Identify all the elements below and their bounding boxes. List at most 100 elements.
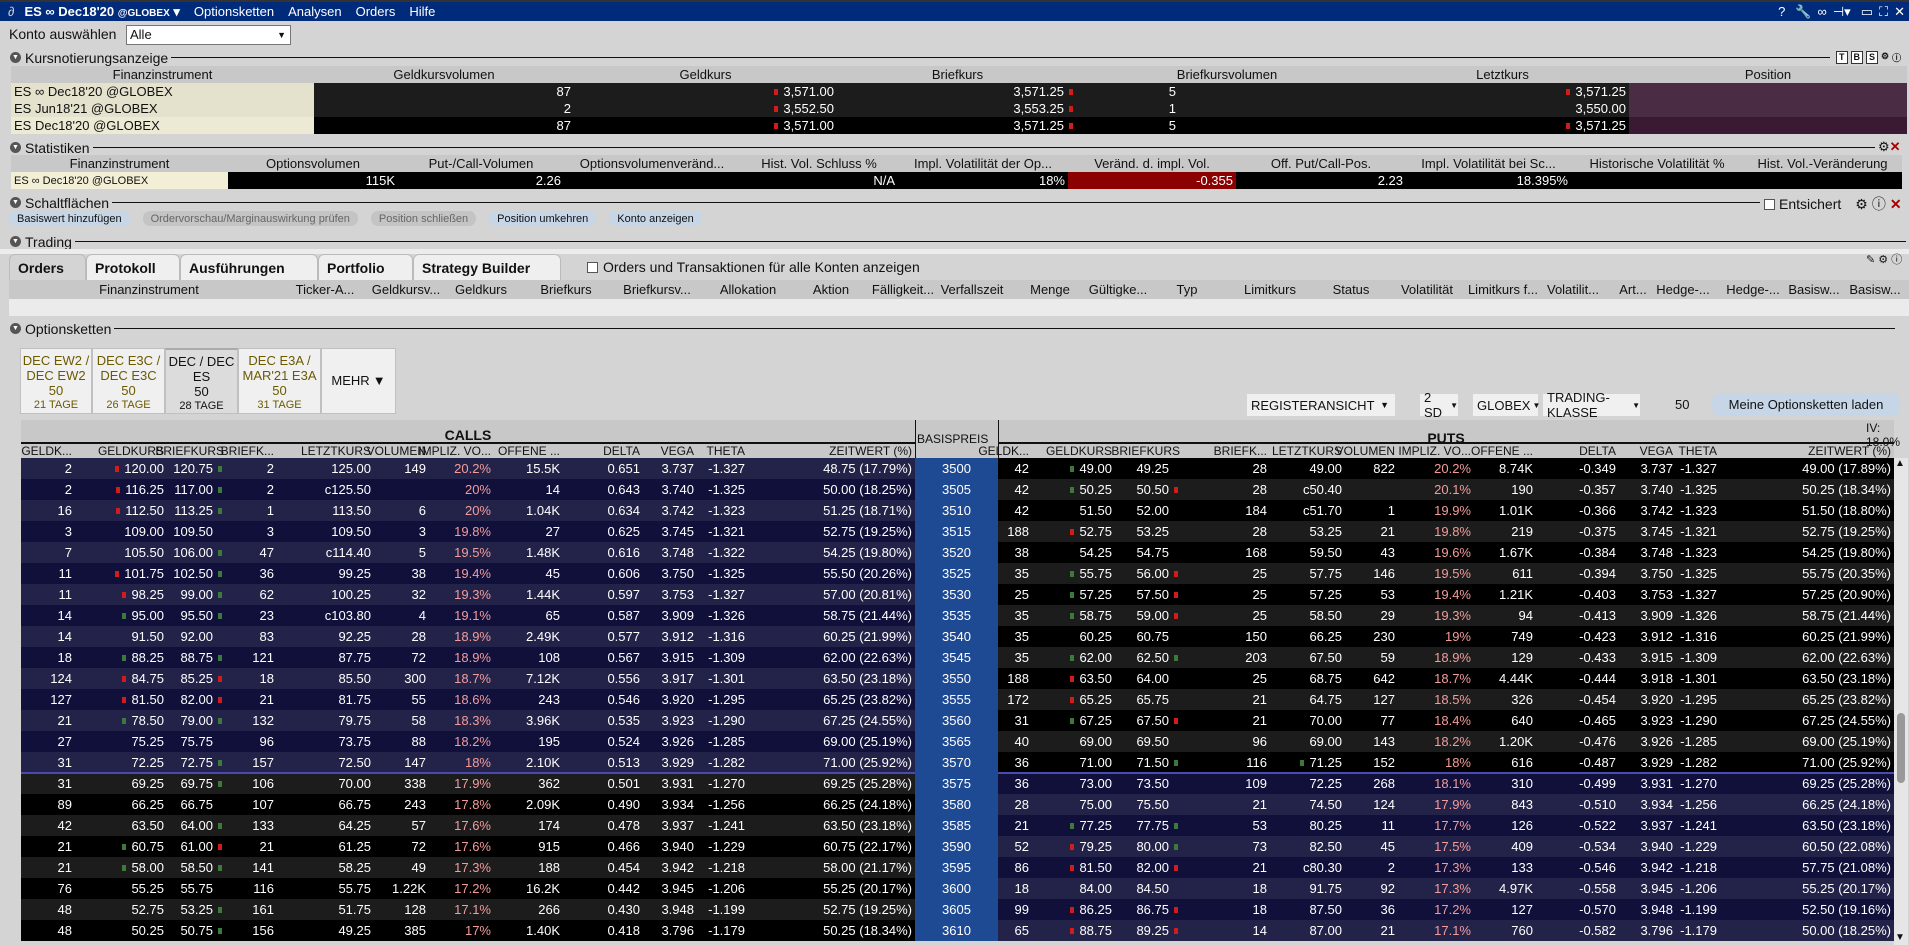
call-row[interactable]: 42 63.50 64.00 133 64.25 57 17.6% 174 0.478 3.937… xyxy=(21,815,915,836)
b-button[interactable]: B xyxy=(1850,51,1863,64)
action-button-2[interactable]: Position schließen xyxy=(370,211,477,226)
entsichert-toggle[interactable]: Entsichert ⚙ ⓘ ✕ xyxy=(1764,194,1902,214)
strike-cell[interactable]: 3590 xyxy=(915,836,998,857)
strike-cell[interactable]: 3560 xyxy=(915,710,998,731)
column-header[interactable]: Hist. Vol.-Veränderung xyxy=(1743,155,1902,172)
put-row[interactable]: 36 71.00 71.50 116 71.25 152 18% 616 -0.487 3.929… xyxy=(998,752,1894,773)
put-row[interactable]: 65 88.75 89.25 14 87.00 21 17.1% 760 -0.582 3.796… xyxy=(998,920,1894,941)
strike-cell[interactable]: 3565 xyxy=(915,731,998,752)
call-row[interactable]: 21 58.00 58.50 141 58.25 49 17.3% 188 0.454 3.942… xyxy=(21,857,915,878)
call-row[interactable]: 7 105.50 106.00 47 c114.40 5 19.5% 1.48K 0.616 3.… xyxy=(21,542,915,563)
strike-cell[interactable]: 3550 xyxy=(915,668,998,689)
column-header[interactable]: BRIEFK... xyxy=(221,444,277,458)
column-header[interactable]: LETZTKURS xyxy=(277,444,374,458)
strike-cell[interactable]: 3525 xyxy=(915,563,998,584)
strike-cell[interactable]: 3555 xyxy=(915,689,998,710)
column-header[interactable]: Briefkursvolumen xyxy=(1078,66,1376,83)
menu-orders[interactable]: Orders xyxy=(356,4,396,19)
edit-icon[interactable]: ✎ xyxy=(1866,254,1875,266)
action-button-0[interactable]: Basiswert hinzufügen xyxy=(9,211,130,226)
stats-row[interactable]: ES ∞ Dec18'20 @GLOBEX 115K 2.26 N/A 18% -0.35… xyxy=(11,172,1902,189)
call-row[interactable]: 11 101.75 102.50 36 99.25 38 19.4% 45 0.606 3.750… xyxy=(21,563,915,584)
strike-cell[interactable]: 3545 xyxy=(915,647,998,668)
action-button-4[interactable]: Konto anzeigen xyxy=(609,211,702,226)
put-row[interactable]: 188 63.50 64.00 25 68.75 642 18.7% 4.44K -0.444 3… xyxy=(998,668,1894,689)
column-header[interactable]: Veränd. d. impl. Vol. xyxy=(1068,155,1236,172)
expiry-tab[interactable]: DEC EW2 /DEC EW2 50 21 TAGE xyxy=(20,348,92,414)
column-header[interactable]: GELDK... xyxy=(978,444,1032,458)
column-header[interactable]: Optionsvolumenveränd... xyxy=(564,155,740,172)
put-row[interactable]: 172 65.25 65.75 21 64.75 127 18.5% 326 -0.454 3.9… xyxy=(998,689,1894,710)
section-stats[interactable]: ▼ Statistiken xyxy=(0,139,1875,156)
quote-row[interactable]: ES ∞ Dec18'20 @GLOBEX 87 3,571.00 3,571.25 5… xyxy=(11,83,1907,100)
column-header[interactable]: GELDKURS xyxy=(1032,444,1115,458)
put-row[interactable]: 35 55.75 56.00 25 57.75 146 19.5% 611 -0.394 3.75… xyxy=(998,563,1894,584)
minimize-icon[interactable]: ▭ xyxy=(1861,4,1873,20)
put-row[interactable]: 42 50.25 50.50 28 c50.40 20.1% 190 -0.357 3.740-… xyxy=(998,479,1894,500)
column-header[interactable]: OFFENE ... xyxy=(1471,444,1536,458)
call-row[interactable]: 14 91.50 92.00 83 92.25 28 18.9% 2.49K 0.577 3.91… xyxy=(21,626,915,647)
menu-analysen[interactable]: Analysen xyxy=(288,4,341,19)
column-header[interactable]: Hist. Vol. Schluss % xyxy=(740,155,898,172)
load-chains-button[interactable]: Meine Optionsketten laden xyxy=(1712,393,1900,416)
put-row[interactable]: 18 84.00 84.50 18 91.75 92 17.3% 4.97K -0.558 3.9… xyxy=(998,878,1894,899)
put-row[interactable]: 35 62.00 62.50 203 67.50 59 18.9% 129 -0.433 3.91… xyxy=(998,647,1894,668)
column-header[interactable]: THETA xyxy=(1676,444,1720,458)
strike-cell[interactable]: 3505 xyxy=(915,479,998,500)
put-row[interactable]: 31 67.25 67.50 21 70.00 77 18.4% 640 -0.465 3.923… xyxy=(998,710,1894,731)
action-button-1[interactable]: Ordervorschau/Marginauswirkung prüfen xyxy=(142,211,358,226)
call-row[interactable]: 31 69.25 69.75 106 70.00 338 17.9% 362 0.501 3.93… xyxy=(21,773,915,794)
more-button[interactable]: MEHR ▼ xyxy=(321,348,396,414)
all-accounts-checkbox[interactable] xyxy=(587,261,598,273)
menu-optionsketten[interactable]: Optionsketten xyxy=(194,4,274,19)
put-row[interactable]: 38 54.25 54.75 168 59.50 43 19.6% 1.67K -0.384 3.… xyxy=(998,542,1894,563)
settings-icon[interactable]: ⚙ xyxy=(1855,196,1868,213)
column-header[interactable]: Impl. Volatilität bei Sc... xyxy=(1406,155,1571,172)
put-row[interactable]: 21 77.25 77.75 53 80.25 11 17.7% 126 -0.522 3.937… xyxy=(998,815,1894,836)
maximize-icon[interactable]: ⛶ xyxy=(1879,4,1888,20)
strike-cell[interactable]: 3610 xyxy=(915,920,998,941)
expiry-tab[interactable]: DEC / DEC ES 50 28 TAGE xyxy=(165,348,238,414)
put-row[interactable]: 42 49.00 49.25 28 49.00 822 20.2% 8.74K -0.349 3.… xyxy=(998,458,1894,479)
expiry-tab[interactable]: DEC E3C / DEC E3C 50 26 TAGE xyxy=(92,348,165,414)
call-row[interactable]: 48 52.75 53.25 161 51.75 128 17.1% 266 0.430 3.94… xyxy=(21,899,915,920)
put-row[interactable]: 35 58.75 59.00 25 58.50 29 19.3% 94 -0.413 3.909-… xyxy=(998,605,1894,626)
help-icon[interactable]: ? xyxy=(1778,4,1785,19)
column-header[interactable]: Basisw... xyxy=(1815,280,1909,299)
strike-cell[interactable]: 3575 xyxy=(915,773,998,794)
call-row[interactable]: 2 116.25 117.00 2 c125.50 20% 14 0.643 3.740 -1.3… xyxy=(21,479,915,500)
account-select[interactable]: Alle ▼ xyxy=(126,25,291,45)
strike-cell[interactable]: 3605 xyxy=(915,899,998,920)
link-chain-icon[interactable]: ∞ xyxy=(1818,4,1827,19)
column-header[interactable]: Finanzinstrument xyxy=(11,66,314,83)
column-header[interactable]: GELDK... xyxy=(21,444,75,458)
call-row[interactable]: 31 72.25 72.75 157 72.50 147 18% 2.10K 0.513 3.92… xyxy=(21,752,915,773)
column-header[interactable]: Optionsvolumen xyxy=(228,155,398,172)
quote-row[interactable]: ES Jun18'21 @GLOBEX 2 3,552.50 3,553.25 1 3,5… xyxy=(11,100,1907,117)
scroll-down-icon[interactable]: ▼ xyxy=(1895,932,1905,943)
put-row[interactable]: 99 86.25 86.75 18 87.50 36 17.2% 127 -0.570 3.948… xyxy=(998,899,1894,920)
pin-icon[interactable]: ⊣▾ xyxy=(1833,4,1851,20)
column-header[interactable]: Off. Put/Call-Pos. xyxy=(1236,155,1406,172)
call-row[interactable]: 11 98.25 99.00 62 100.25 32 19.3% 1.44K 0.597 3.7… xyxy=(21,584,915,605)
entsichert-checkbox[interactable] xyxy=(1764,198,1775,210)
help-icon[interactable]: ⓘ xyxy=(1891,254,1902,266)
strike-cell[interactable]: 3585 xyxy=(915,815,998,836)
exchange-select[interactable]: GLOBEX ▼ xyxy=(1473,394,1540,416)
strike-cell[interactable]: 3595 xyxy=(915,857,998,878)
call-row[interactable]: 16 112.50 113.25 1 113.50 6 20% 1.04K 0.634 3.742… xyxy=(21,500,915,521)
wrench-icon[interactable]: 🔧 xyxy=(1795,4,1811,20)
column-header[interactable]: GELDKURS xyxy=(75,444,167,458)
strike-cell[interactable]: 3600 xyxy=(915,878,998,899)
strike-cell[interactable]: 3530 xyxy=(915,584,998,605)
call-row[interactable]: 21 60.75 61.00 21 61.25 72 17.6% 915 0.466 3.940-… xyxy=(21,836,915,857)
strike-cell[interactable]: 3515 xyxy=(915,521,998,542)
call-row[interactable]: 89 66.25 66.75 107 66.75 243 17.8% 2.09K 0.490 3.… xyxy=(21,794,915,815)
column-header[interactable]: Geldkurs xyxy=(574,66,837,83)
scrollbar-thumb[interactable] xyxy=(1897,713,1905,783)
column-header[interactable]: BRIEFKURS xyxy=(155,444,227,458)
collapse-icon[interactable]: ▼ xyxy=(10,323,21,334)
quote-row[interactable]: ES Dec18'20 @GLOBEX 87 3,571.00 3,571.25 5 3,… xyxy=(11,117,1907,134)
call-row[interactable]: 14 95.00 95.50 23 c103.80 4 19.1% 65 0.587 3.909-… xyxy=(21,605,915,626)
column-header[interactable]: VEGA xyxy=(643,444,697,458)
